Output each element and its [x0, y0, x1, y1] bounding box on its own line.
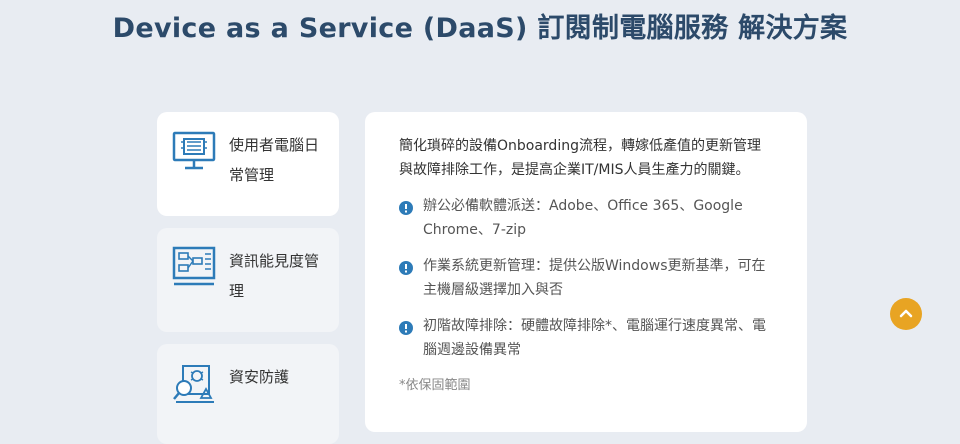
info-icon [399, 319, 413, 335]
list-item: 作業系統更新管理：提供公版Windows更新基準，可在主機層級選擇加入與否 [399, 254, 773, 302]
item-text: 初階故障排除：硬體故障排除*、電腦運行速度異常、電腦週邊設備異常 [423, 318, 766, 358]
diagram-board-icon [171, 246, 217, 288]
info-icon [399, 199, 413, 215]
info-icon [399, 259, 413, 275]
content-panel: 簡化瑣碎的設備Onboarding流程，轉嫁低產值的更新管理與故障排除工作，是提… [365, 112, 807, 432]
tab-visibility-management[interactable]: 資訊能見度管理 [157, 228, 339, 332]
tab-security-protection[interactable]: 資安防護 [157, 344, 339, 444]
page-title: Device as a Service (DaaS) 訂閱制電腦服務 解決方案 [112, 13, 848, 44]
list-item: 初階故障排除：硬體故障排除*、電腦運行速度異常、電腦週邊設備異常 [399, 314, 773, 362]
chevron-up-icon [899, 309, 913, 318]
monitor-chip-icon [171, 130, 217, 172]
tab-user-pc-management[interactable]: 使用者電腦日常管理 [157, 112, 339, 216]
item-text: 作業系統更新管理：提供公版Windows更新基準，可在主機層級選擇加入與否 [423, 258, 766, 298]
warranty-note: *依保固範圍 [399, 378, 471, 393]
security-scan-icon [171, 362, 217, 404]
list-item: 辦公必備軟體派送：Adobe、Office 365、Google Chrome、… [399, 194, 773, 242]
back-to-top-button[interactable] [890, 298, 922, 330]
item-text: 辦公必備軟體派送：Adobe、Office 365、Google Chrome、… [423, 198, 743, 238]
intro-text: 簡化瑣碎的設備Onboarding流程，轉嫁低產值的更新管理與故障排除工作，是提… [399, 138, 761, 178]
